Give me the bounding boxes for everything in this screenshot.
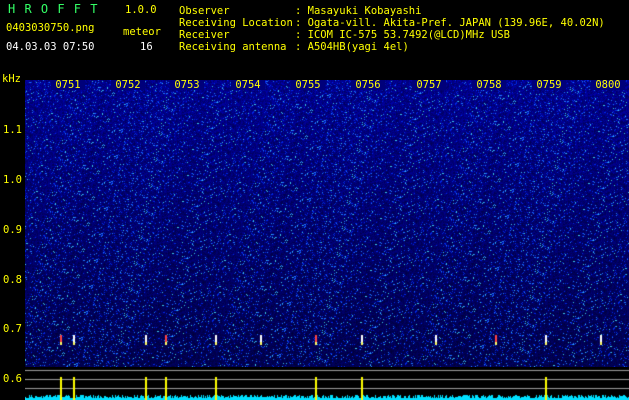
time-tick-label: 0759 xyxy=(532,80,566,90)
y-tick-label: 1.1 xyxy=(3,124,22,136)
time-tick-label: 0800 xyxy=(591,80,625,90)
file-name: 0403030750.png xyxy=(6,22,95,34)
info-label-antenna: Receiving antenna xyxy=(179,41,287,53)
y-tick-label: 0.7 xyxy=(3,323,22,335)
time-tick-label: 0752 xyxy=(111,80,145,90)
meteor-label: meteor xyxy=(123,26,161,38)
info-value-receiver: : ICOM IC-575 53.7492(@LCD)MHz USB xyxy=(295,29,510,41)
info-label-observer: Observer xyxy=(179,5,230,17)
time-tick-label: 0757 xyxy=(412,80,446,90)
y-tick-label: 0.6 xyxy=(3,373,22,385)
info-label-receiver: Receiver xyxy=(179,29,230,41)
y-tick-label: 1.0 xyxy=(3,174,22,186)
app-version: 1.0.0 xyxy=(125,4,157,16)
y-axis-unit: kHz xyxy=(2,73,21,85)
y-tick-label: 0.8 xyxy=(3,274,22,286)
info-value-observer: : Masayuki Kobayashi xyxy=(295,5,422,17)
time-tick-label: 0758 xyxy=(472,80,506,90)
time-tick-label: 0753 xyxy=(170,80,204,90)
spectrogram xyxy=(25,80,629,367)
info-value-location: : Ogata-vill. Akita-Pref. JAPAN (139.96E… xyxy=(295,17,605,29)
y-tick-label: 0.9 xyxy=(3,224,22,236)
file-datetime: 04.03.03 07:50 xyxy=(6,41,95,53)
info-label-location: Receiving Location xyxy=(179,17,293,29)
app-title: H R O F F T xyxy=(8,2,99,16)
info-value-antenna: : A504HB(yagi 4el) xyxy=(295,41,409,53)
time-tick-label: 0755 xyxy=(291,80,325,90)
time-tick-label: 0756 xyxy=(351,80,385,90)
meteor-count: 16 xyxy=(140,41,153,53)
meteor-echo-strip xyxy=(25,367,629,400)
time-tick-label: 0754 xyxy=(231,80,265,90)
time-tick-label: 0751 xyxy=(51,80,85,90)
